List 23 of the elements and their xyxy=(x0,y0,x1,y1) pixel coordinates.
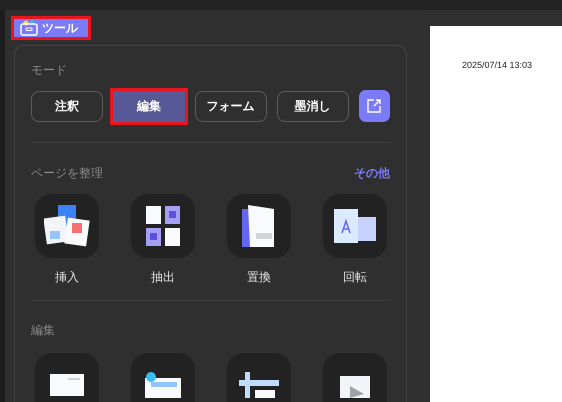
edit-tool-tile[interactable] xyxy=(131,353,195,402)
section-title: ページを整理 xyxy=(31,165,103,182)
page-grid-icon xyxy=(146,206,180,246)
edit-tool-tile[interactable] xyxy=(35,353,99,402)
timestamp: 2025/07/14 13:03 xyxy=(462,60,532,70)
external-link-icon xyxy=(366,98,382,114)
more-link[interactable]: その他 xyxy=(354,164,390,182)
section-title: 編集 xyxy=(31,322,56,339)
external-link-button[interactable] xyxy=(358,90,390,122)
edit-tool-tile[interactable] xyxy=(227,353,291,402)
page-flip-icon xyxy=(242,205,276,247)
text-page-icon xyxy=(50,374,84,396)
mode-tab[interactable]: 注釈 xyxy=(31,90,103,122)
section-title: モード xyxy=(31,62,68,79)
toolbox-icon xyxy=(20,20,38,36)
mode-tab[interactable]: 編集 xyxy=(112,90,185,122)
rotate-page-icon xyxy=(334,209,376,243)
edit-tool-tile[interactable] xyxy=(323,353,387,402)
ruler-icon xyxy=(239,372,279,398)
mode-tab[interactable]: フォーム xyxy=(194,90,267,122)
documents-icon xyxy=(44,205,90,247)
note-page-icon xyxy=(145,372,181,398)
mode-tab[interactable]: 墨消し xyxy=(276,90,349,122)
